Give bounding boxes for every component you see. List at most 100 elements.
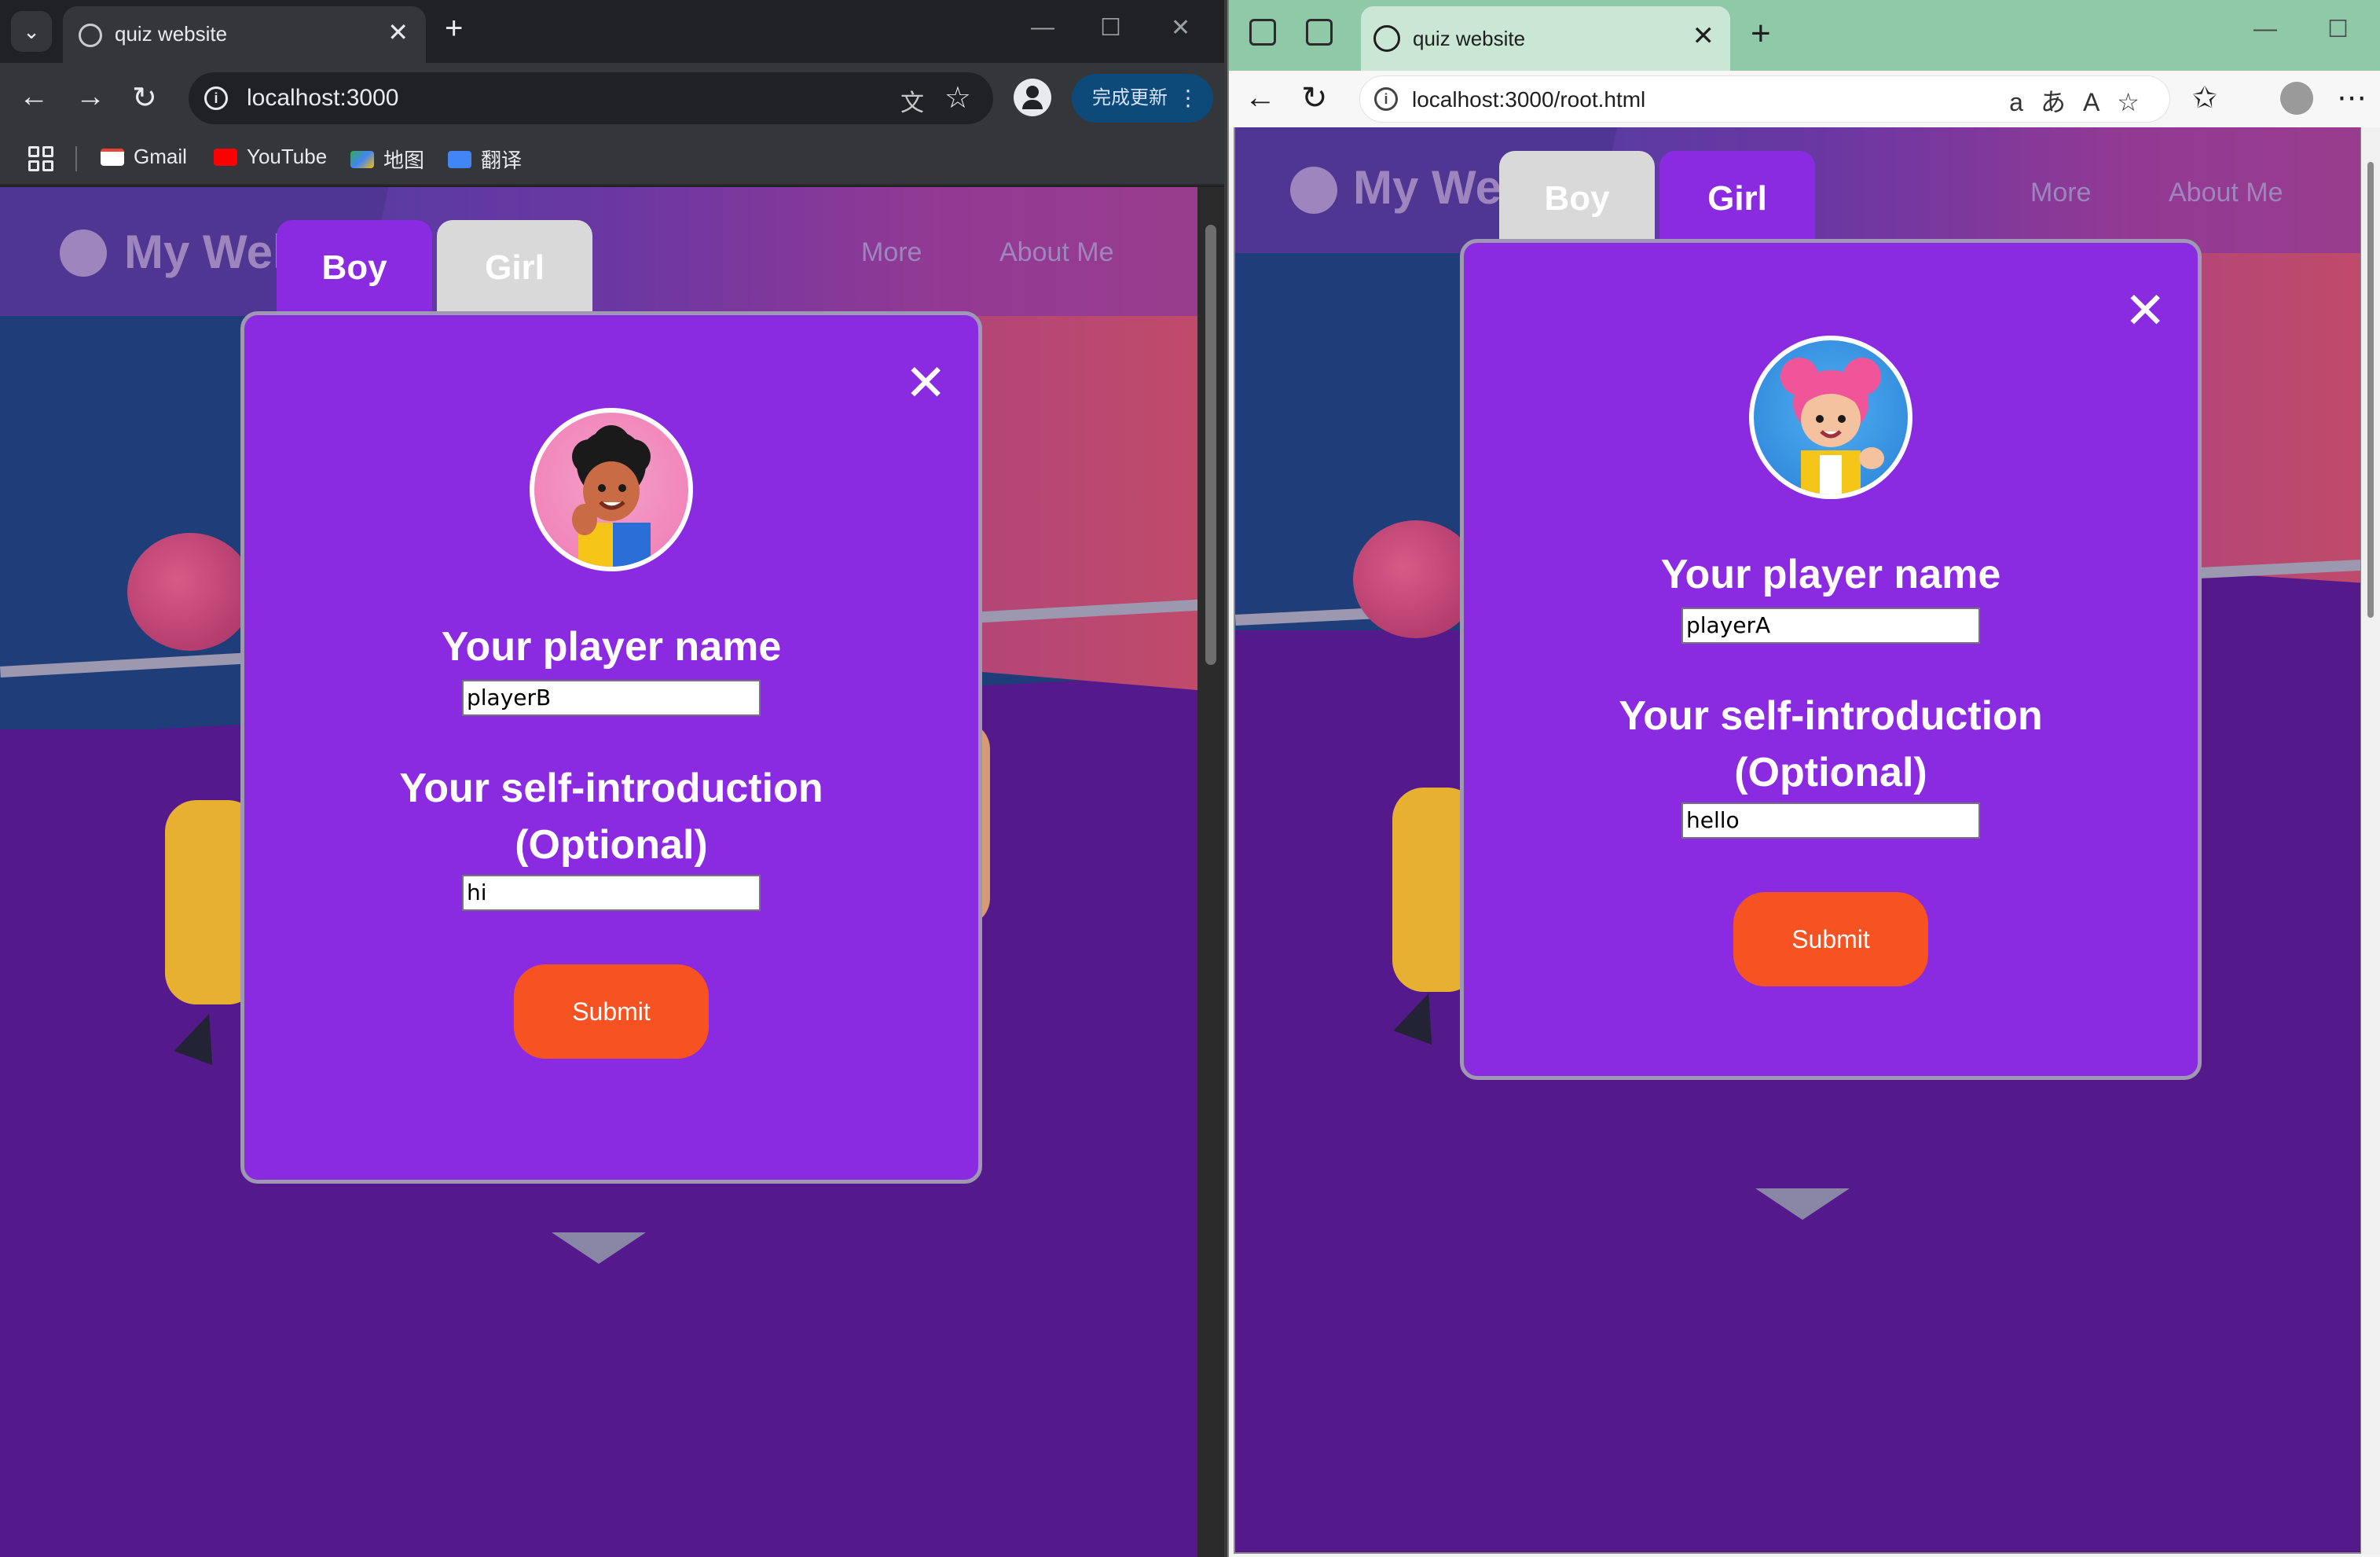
nav-more[interactable]: More [2030, 178, 2091, 208]
scroll-down-arrow-icon[interactable] [552, 1232, 646, 1264]
forward-icon[interactable]: → [75, 80, 105, 114]
bookmark-translate[interactable]: 翻译 [448, 145, 522, 174]
logo-icon [60, 230, 107, 277]
address-bar[interactable]: i localhost:3000 文 ☆ [189, 72, 993, 124]
self-intro-input[interactable]: hi [462, 875, 761, 911]
close-tab-icon[interactable]: ✕ [1692, 20, 1715, 52]
new-tab-button[interactable]: + [445, 11, 463, 46]
page-viewport: My We More About Me Boy Girl ✕ Your play… [1234, 127, 2362, 1554]
site-info-icon[interactable]: i [1374, 87, 1398, 111]
submit-button[interactable]: Submit [514, 964, 709, 1059]
tab-boy[interactable]: Boy [1499, 151, 1655, 247]
boy-avatar-icon [572, 425, 651, 567]
tab-boy[interactable]: Boy [277, 220, 432, 316]
new-tab-button[interactable]: + [1751, 14, 1771, 53]
maximize-icon[interactable]: ☐ [2327, 16, 2349, 43]
back-icon[interactable]: ← [19, 80, 49, 114]
menu-dots-icon[interactable]: ⋮ [1177, 74, 1199, 123]
player-name-input[interactable]: playerA [1681, 608, 1980, 644]
workspaces-icon[interactable] [1249, 19, 1276, 46]
nav-about-me[interactable]: About Me [999, 237, 1114, 268]
site-logo[interactable]: My We [1353, 160, 1502, 215]
gmail-icon [101, 148, 124, 166]
bookmark-label: YouTube [247, 145, 328, 168]
reload-icon[interactable]: ↻ [132, 80, 157, 116]
bookmarks-separator [75, 146, 77, 171]
scrollbar-thumb[interactable] [2367, 162, 2374, 618]
self-intro-optional-label: (Optional) [1734, 750, 1927, 795]
back-icon[interactable]: ← [1245, 80, 1276, 116]
bookmark-gmail[interactable]: Gmail [101, 145, 187, 169]
apps-grid-icon[interactable] [28, 146, 53, 171]
profile-icon[interactable] [2280, 82, 2313, 115]
self-intro-input[interactable]: hello [1681, 802, 1980, 839]
bookmark-label: Gmail [134, 145, 187, 168]
player-name-label: Your player name [1660, 552, 2001, 597]
scrollbar-thumb[interactable] [1205, 225, 1216, 665]
vertical-tabs-icon[interactable] [1306, 19, 1333, 46]
translate-bookmark-icon [448, 150, 471, 168]
browser-tab[interactable]: quiz website ✕ [1361, 6, 1730, 71]
tab-title: quiz website [1413, 27, 1526, 50]
favorites-icon[interactable]: ✩ [2192, 80, 2217, 116]
toolbar: ← ↻ i localhost:3000/root.html aあA☆ ✩ ⋯ [1229, 71, 2380, 127]
chrome-window: ⌄ quiz website ✕ + — ☐ ✕ ← → ↻ i localho… [0, 0, 1224, 1557]
tab-strip: ⌄ quiz website ✕ + — ☐ ✕ [0, 0, 1224, 63]
tab-title: quiz website [115, 22, 228, 46]
settings-more-icon[interactable]: ⋯ [2337, 80, 2367, 116]
url-text: localhost:3000 [247, 85, 399, 111]
scroll-down-arrow-icon[interactable] [1755, 1188, 1850, 1220]
address-bar[interactable]: i localhost:3000/root.html aあA☆ [1359, 75, 2170, 123]
minimize-icon[interactable]: — [2253, 16, 2277, 42]
youtube-icon [214, 148, 237, 166]
maps-icon [350, 150, 374, 168]
close-icon[interactable]: ✕ [2124, 285, 2166, 336]
submit-button[interactable]: Submit [1733, 892, 1928, 986]
read-aloud-favorite-icons[interactable]: aあA☆ [2009, 83, 2157, 119]
self-intro-label: Your self-introduction [399, 766, 823, 811]
bookmark-star-icon[interactable]: ☆ [944, 80, 971, 116]
girl-avatar-icon [1780, 358, 1884, 494]
globe-icon [79, 24, 102, 47]
page-scrollbar[interactable] [1197, 187, 1224, 1557]
minimize-icon[interactable]: — [1031, 14, 1054, 41]
player-name-input[interactable]: playerB [462, 680, 761, 716]
close-tab-icon[interactable]: ✕ [387, 17, 409, 47]
bookmark-label: 翻译 [481, 149, 523, 172]
site-logo[interactable]: My Wel [124, 225, 286, 279]
site-navbar: My Wel More About Me [0, 187, 1197, 316]
player-modal: ✕ Your player name playerA Your self-int… [1460, 239, 2202, 1080]
update-button[interactable]: 完成更新 ⋮ [1072, 74, 1213, 123]
browser-tab[interactable]: quiz website ✕ [63, 6, 426, 63]
close-icon[interactable]: ✕ [904, 358, 947, 408]
bookmark-maps[interactable]: 地图 [350, 145, 424, 174]
tab-girl[interactable]: Girl [1659, 151, 1815, 247]
bookmark-label: 地图 [383, 149, 425, 172]
update-button-label: 完成更新 [1092, 87, 1168, 108]
page-viewport: My Wel More About Me Boy Girl ✕ Your pla… [0, 187, 1197, 1557]
tab-girl[interactable]: Girl [437, 220, 592, 316]
tab-search-button[interactable]: ⌄ [11, 11, 52, 52]
logo-icon [1290, 167, 1337, 214]
tab-strip: quiz website ✕ + — ☐ [1229, 0, 2380, 71]
self-intro-optional-label: (Optional) [515, 822, 708, 868]
player-name-label: Your player name [441, 624, 782, 670]
edge-window: quiz website ✕ + — ☐ ← ↻ i localhost:300… [1227, 0, 2380, 1557]
close-window-icon[interactable]: ✕ [1171, 14, 1190, 42]
globe-icon [1373, 25, 1400, 52]
self-intro-label: Your self-introduction [1619, 693, 2043, 739]
decor-flower [127, 533, 253, 651]
translate-icon[interactable]: 文 [900, 83, 924, 118]
avatar-boy [530, 408, 693, 571]
site-info-icon[interactable]: i [204, 86, 228, 110]
nav-more[interactable]: More [861, 237, 922, 268]
url-text: localhost:3000/root.html [1412, 87, 1646, 112]
profile-icon[interactable] [1014, 79, 1051, 116]
page-scrollbar[interactable] [2361, 127, 2380, 1554]
avatar-girl [1749, 336, 1912, 499]
reload-icon[interactable]: ↻ [1301, 80, 1328, 116]
bookmark-youtube[interactable]: YouTube [214, 145, 327, 169]
toolbar: ← → ↻ i localhost:3000 文 ☆ 完成更新 ⋮ [0, 63, 1224, 132]
nav-about-me[interactable]: About Me [2169, 178, 2283, 208]
maximize-icon[interactable]: ☐ [1100, 14, 1121, 42]
